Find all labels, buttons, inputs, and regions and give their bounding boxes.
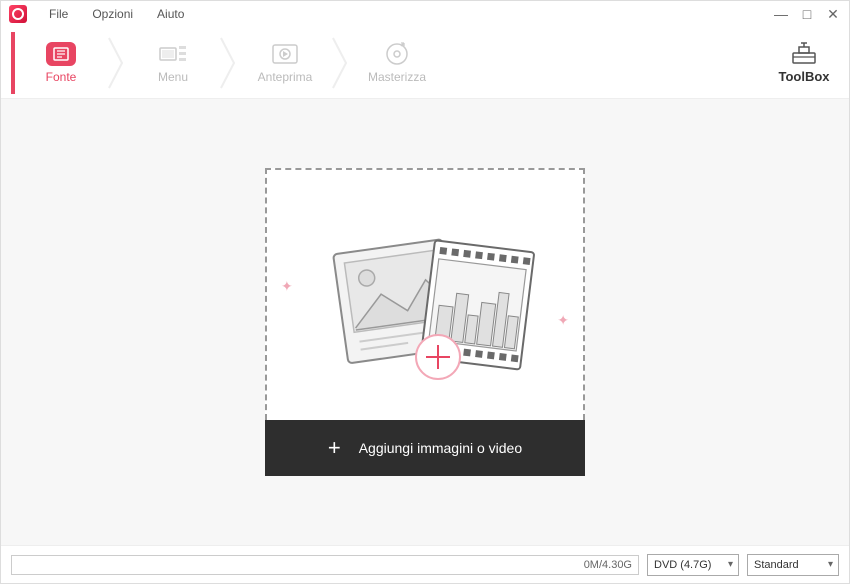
menu-help[interactable]: Aiuto (145, 3, 196, 25)
step-menu[interactable]: Menu (127, 32, 219, 94)
dropzone: ✦ ✦ (265, 168, 585, 476)
capacity-bar: 0M/4.30G (11, 555, 639, 575)
sparkle-icon: ✦ (281, 278, 293, 295)
disc-type-value: DVD (4.7G) (654, 559, 711, 571)
dropzone-canvas[interactable]: ✦ ✦ (265, 168, 585, 420)
close-icon[interactable]: ✕ (825, 6, 841, 22)
chevron-icon (107, 33, 127, 93)
plus-icon: + (328, 435, 341, 461)
content-area: ✦ ✦ (1, 99, 849, 545)
step-label: Anteprima (258, 70, 313, 84)
step-label: Fonte (46, 70, 77, 84)
menu-icon (158, 42, 188, 66)
app-window: File Opzioni Aiuto — □ ✕ Fonte Menu (0, 0, 850, 584)
quality-value: Standard (754, 559, 799, 571)
step-nav: Fonte Menu Anteprima Masterizza (1, 27, 849, 99)
capacity-text: 0M/4.30G (584, 559, 632, 571)
step-label: Masterizza (368, 70, 426, 84)
disc-type-select[interactable]: DVD (4.7G) (647, 554, 739, 576)
chevron-icon (331, 33, 351, 93)
toolbox-icon (790, 41, 818, 65)
step-preview[interactable]: Anteprima (239, 32, 331, 94)
toolbox-button[interactable]: ToolBox (769, 41, 839, 84)
titlebar: File Opzioni Aiuto — □ ✕ (1, 1, 849, 27)
step-source[interactable]: Fonte (15, 32, 107, 94)
minimize-icon[interactable]: — (773, 6, 789, 22)
add-media-label: Aggiungi immagini o video (359, 440, 522, 456)
chevron-icon (219, 33, 239, 93)
sparkle-icon: ✦ (557, 312, 569, 329)
bottombar: 0M/4.30G DVD (4.7G) Standard (1, 545, 849, 583)
quality-select[interactable]: Standard (747, 554, 839, 576)
burn-icon (382, 42, 412, 66)
add-media-button[interactable]: + Aggiungi immagini o video (265, 420, 585, 476)
toolbox-label: ToolBox (778, 69, 829, 84)
menu-file[interactable]: File (37, 3, 80, 25)
window-controls: — □ ✕ (773, 6, 841, 22)
menu-options[interactable]: Opzioni (80, 3, 145, 25)
source-icon (46, 42, 76, 66)
preview-icon (270, 42, 300, 66)
app-logo-icon (9, 5, 27, 23)
maximize-icon[interactable]: □ (799, 6, 815, 22)
dropzone-illustration-icon (310, 205, 540, 385)
step-label: Menu (158, 70, 188, 84)
step-burn[interactable]: Masterizza (351, 32, 443, 94)
